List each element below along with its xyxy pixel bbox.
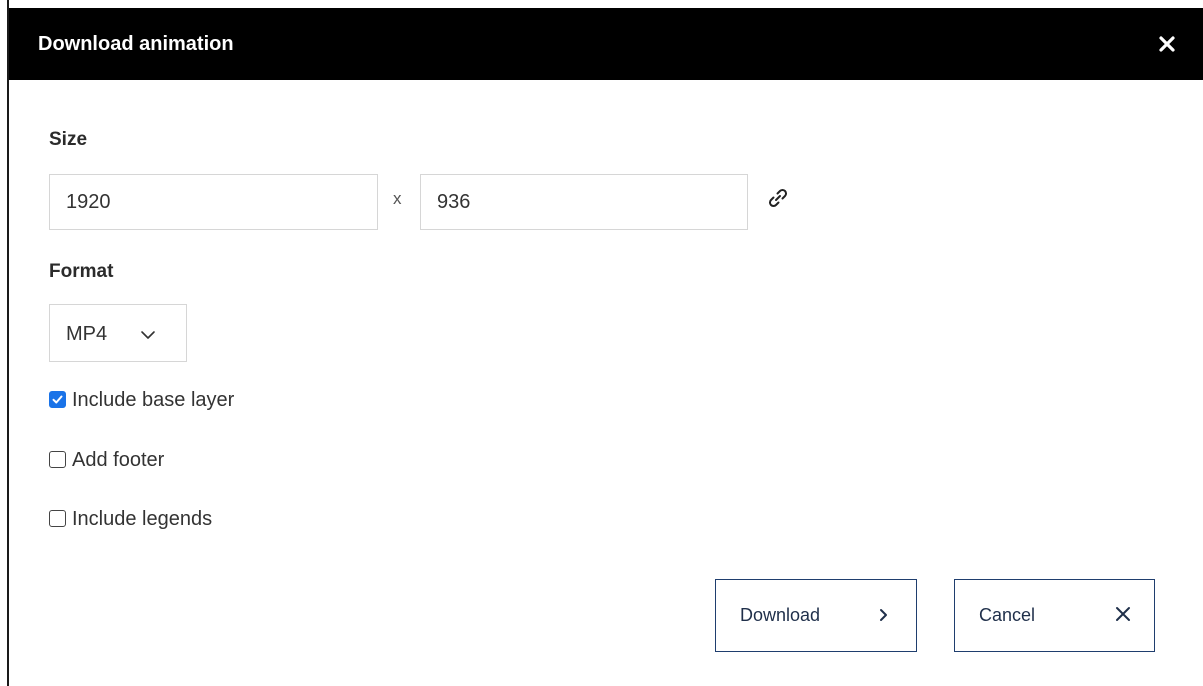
add-footer-label: Add footer [72, 449, 165, 471]
checkmark-icon [52, 395, 63, 404]
dialog-title: Download animation [38, 33, 234, 55]
height-input[interactable] [420, 174, 748, 230]
size-label: Size [49, 129, 88, 150]
format-label: Format [49, 261, 114, 282]
x-icon [1116, 607, 1130, 621]
download-animation-dialog: Download animation Size x Format MP4 [7, 0, 1203, 686]
include-base-layer-label: Include base layer [72, 389, 235, 411]
dialog-titlebar: Download animation [9, 8, 1203, 80]
close-button[interactable] [1153, 30, 1181, 58]
chevron-right-icon [880, 609, 887, 621]
chevron-down-icon [141, 331, 155, 339]
format-select[interactable]: MP4 [49, 304, 187, 362]
include-base-layer-checkbox[interactable] [49, 391, 66, 408]
size-separator: x [393, 189, 402, 208]
close-icon [1159, 36, 1175, 52]
format-select-value: MP4 [66, 323, 108, 345]
cancel-button-label: Cancel [979, 605, 1036, 625]
include-legends-label: Include legends [72, 508, 213, 530]
cancel-button[interactable]: Cancel [954, 579, 1155, 652]
link-icon [768, 188, 788, 208]
download-button[interactable]: Download [715, 579, 917, 652]
lock-aspect-ratio-button[interactable] [767, 187, 789, 209]
download-button-label: Download [740, 605, 821, 625]
include-legends-checkbox[interactable] [49, 510, 66, 527]
width-input[interactable] [49, 174, 378, 230]
add-footer-checkbox[interactable] [49, 451, 66, 468]
